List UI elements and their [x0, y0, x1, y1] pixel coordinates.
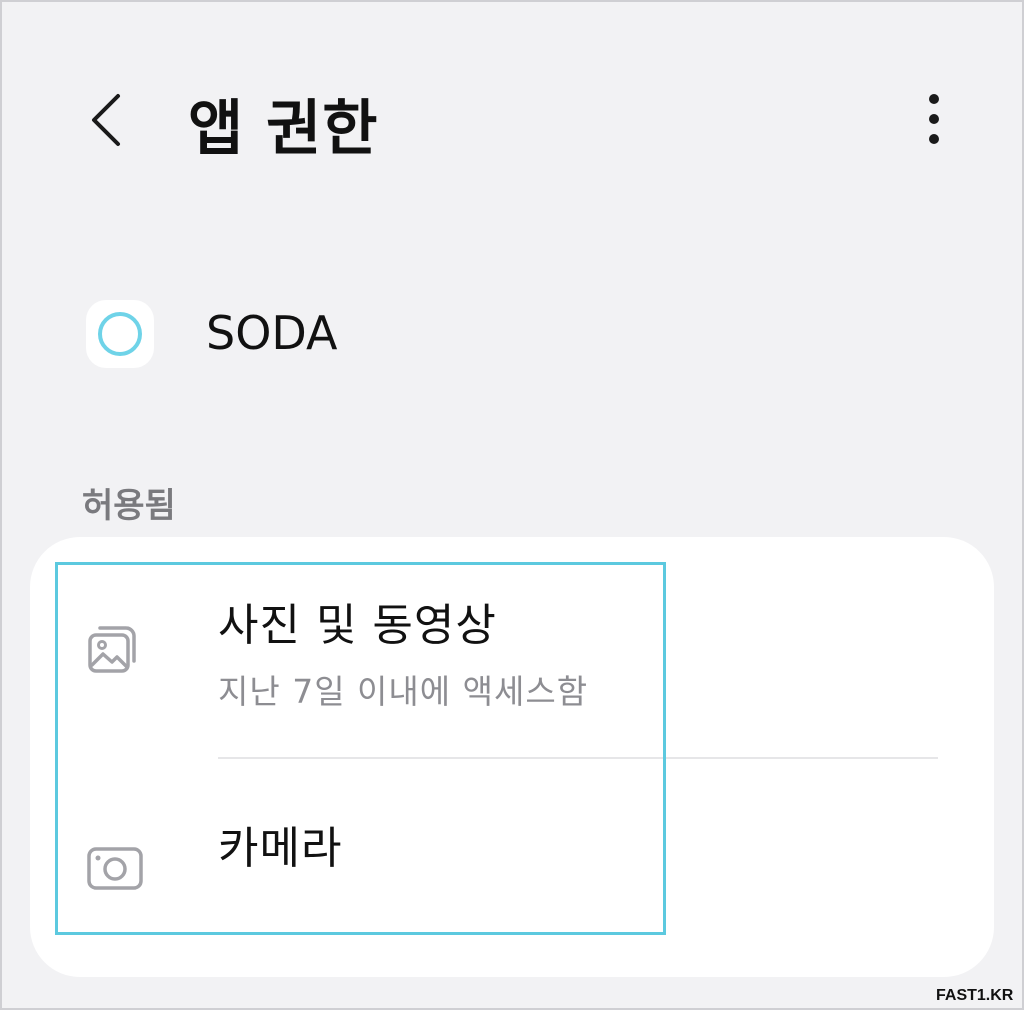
more-dot: [929, 134, 939, 144]
app-info: SODA: [80, 296, 680, 380]
highlight-box: [55, 562, 666, 935]
app-bar: 앱 권한: [0, 60, 1024, 180]
page-title: 앱 권한: [188, 94, 379, 164]
more-options-button[interactable]: [906, 84, 962, 154]
section-header-allowed: 허용됨: [82, 486, 176, 526]
chevron-left-icon: [92, 94, 120, 146]
more-dot: [929, 114, 939, 124]
soda-app-icon: [86, 300, 154, 368]
more-vertical-icon: [929, 94, 939, 104]
app-name: SODA: [206, 306, 338, 360]
back-button[interactable]: [72, 76, 142, 156]
watermark: FAST1.KR: [936, 987, 1014, 1004]
